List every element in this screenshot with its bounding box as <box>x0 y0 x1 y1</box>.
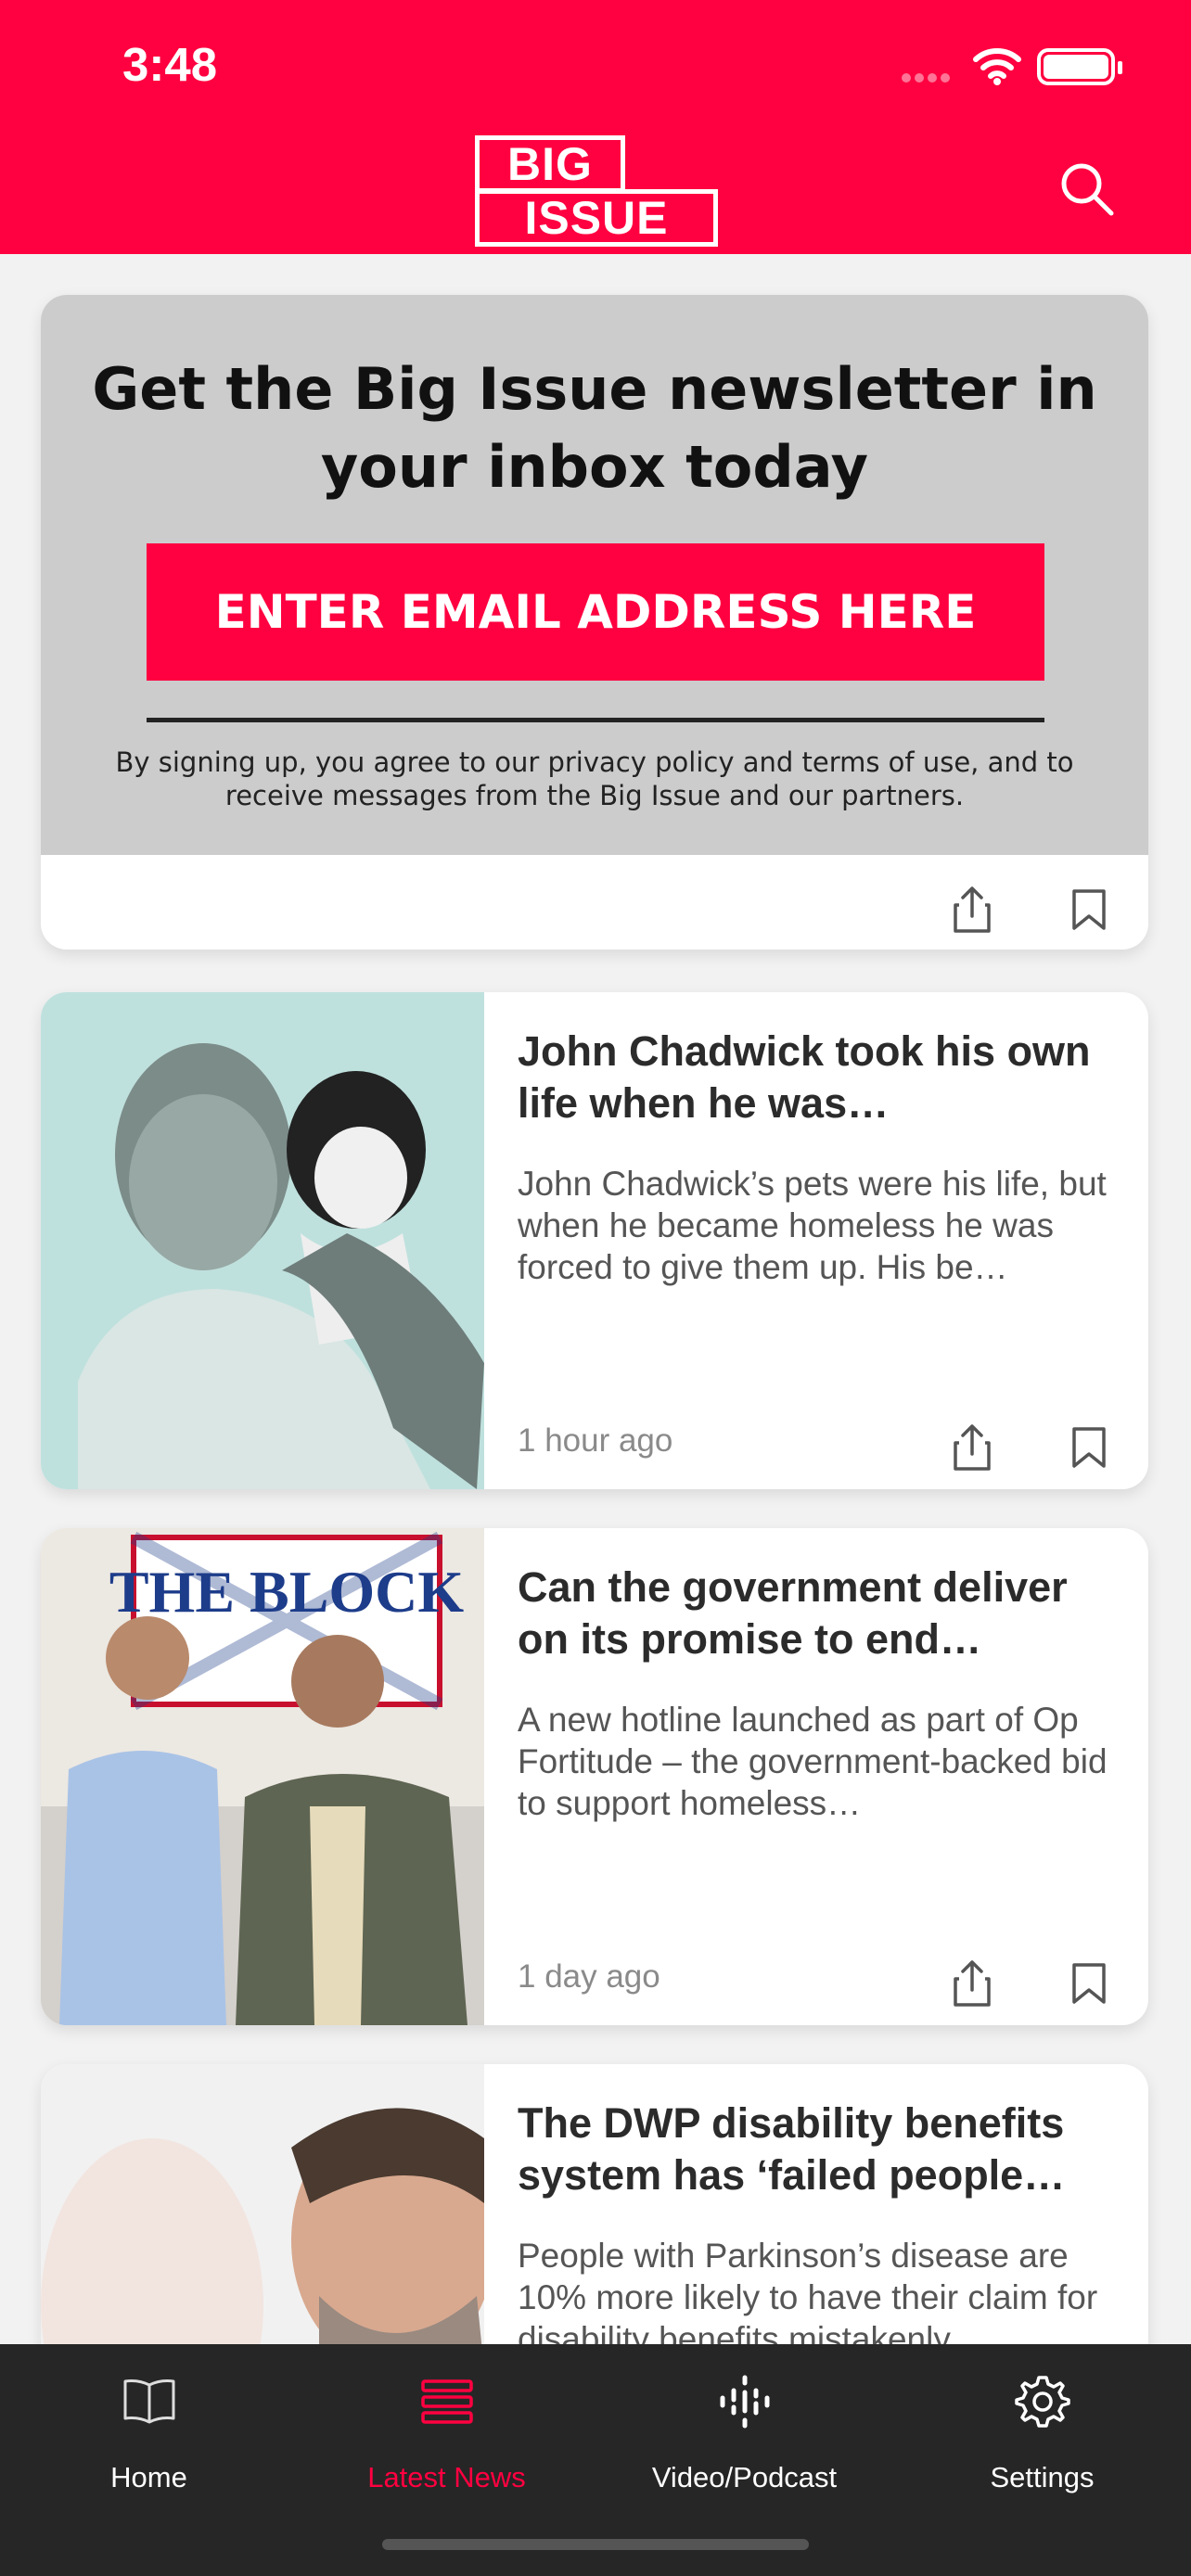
tab-settings[interactable]: Settings <box>893 2344 1191 2511</box>
wifi-icon <box>973 48 1021 85</box>
tab-label: Home <box>110 2461 187 2493</box>
tab-latest-news[interactable]: Latest News <box>298 2344 596 2511</box>
tab-home[interactable]: Home <box>0 2344 298 2511</box>
tab-video-podcast[interactable]: Video/Podcast <box>596 2344 893 2511</box>
logo-line2: ISSUE <box>475 189 718 247</box>
share-icon[interactable] <box>950 1422 994 1473</box>
big-issue-logo[interactable]: BIG ISSUE <box>475 135 718 247</box>
battery-icon <box>1037 48 1122 85</box>
article-timestamp: 1 hour ago <box>518 1422 673 1459</box>
tab-label: Latest News <box>367 2461 526 2493</box>
sign-text: THE BLOCK <box>109 1559 465 1625</box>
app-header: 3:48 BIG ISSUE <box>0 0 1191 254</box>
article-image[interactable]: THE BLOCK <box>41 1528 484 2025</box>
article-summary: People with Parkinson’s disease are 10% … <box>518 2237 1098 2358</box>
divider <box>147 718 1044 722</box>
bookmark-icon[interactable] <box>1070 888 1108 931</box>
promo-title: Get the Big Issue newsletter in your inb… <box>92 355 1097 501</box>
cellular-signal-icon <box>902 70 957 83</box>
article-title[interactable]: The DWP disability benefits system has ‘… <box>518 2098 1121 2201</box>
article-card[interactable]: John Chadwick took his own life when he … <box>41 992 1148 1489</box>
home-indicator <box>382 2539 809 2550</box>
article-card[interactable]: THE BLOCK Can the government deliver on … <box>41 1528 1148 2025</box>
logo-line1: BIG <box>475 135 625 193</box>
article-timestamp: 1 day ago <box>518 1958 660 1995</box>
podcast-icon <box>720 2375 769 2429</box>
tab-label: Settings <box>990 2461 1095 2493</box>
bookmark-icon[interactable] <box>1070 1426 1108 1469</box>
newsletter-banner[interactable]: Get the Big Issue newsletter in your inb… <box>41 295 1148 855</box>
article-summary: John Chadwick’s pets were his life, but … <box>518 1165 1107 1286</box>
bookmark-icon[interactable] <box>1070 1962 1108 2005</box>
status-time: 3:48 <box>122 38 218 91</box>
newsletter-promo-card[interactable]: Get the Big Issue newsletter in your inb… <box>41 295 1148 950</box>
article-summary: A new hotline launched as part of Op For… <box>518 1701 1108 1822</box>
promo-legal-text: By signing up, you agree to our privacy … <box>115 746 1074 811</box>
book-icon <box>123 2379 174 2424</box>
share-icon[interactable] <box>950 1958 994 2009</box>
search-icon[interactable] <box>1057 159 1117 219</box>
article-title[interactable]: John Chadwick took his own life when he … <box>518 1026 1121 1129</box>
gear-icon <box>1014 2376 1070 2428</box>
article-title[interactable]: Can the government deliver on its promis… <box>518 1562 1121 1665</box>
article-image[interactable] <box>41 992 484 1489</box>
news-icon <box>420 2379 473 2424</box>
tab-label: Video/Podcast <box>651 2461 838 2493</box>
enter-email-button[interactable]: ENTER EMAIL ADDRESS HERE <box>147 543 1044 681</box>
share-icon[interactable] <box>950 885 994 935</box>
